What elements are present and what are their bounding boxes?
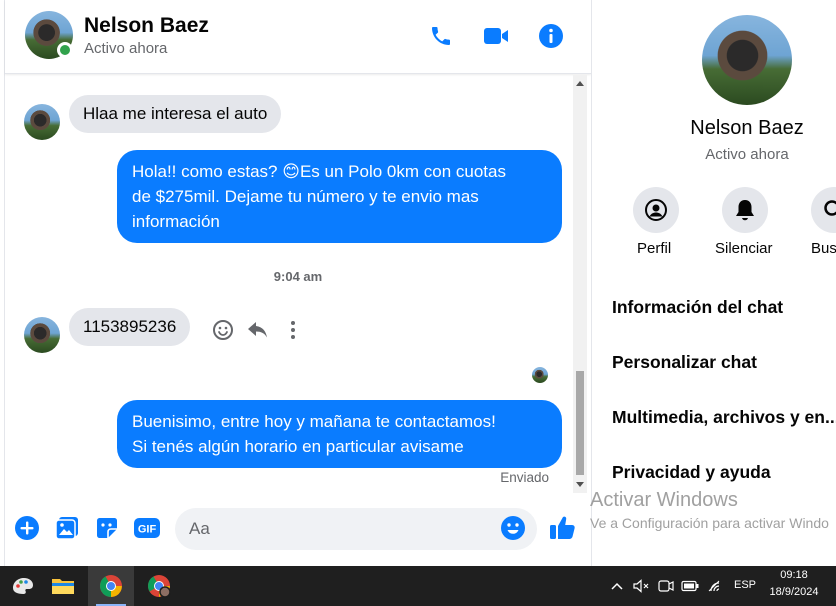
mute-label[interactable]: Silenciar	[715, 240, 773, 257]
message-timestamp: 9:04 am	[273, 269, 323, 284]
message-line: información	[132, 212, 220, 231]
activate-windows-title: Activar Windows	[590, 489, 738, 511]
contact-name[interactable]: Nelson Baez	[84, 14, 209, 38]
message-line: Buenisimo, entre hoy y mañana te contact…	[132, 412, 496, 431]
message-bubble-incoming[interactable]: Hlaa me interesa el auto	[69, 95, 282, 133]
file-explorer-icon[interactable]	[40, 566, 86, 606]
seen-avatar	[532, 367, 548, 383]
search-label[interactable]: Bus	[811, 240, 836, 257]
message-line: Hola!! como estas? 😊Es un Polo 0km con c…	[132, 162, 506, 181]
chevron-up-icon[interactable]	[608, 577, 626, 595]
messenger-window: Nelson Baez Activo ahora Hlaa me interes…	[0, 0, 836, 566]
contact-status: Activo ahora	[84, 40, 168, 57]
wifi-icon[interactable]	[706, 577, 724, 595]
svg-text:GIF: GIF	[138, 524, 157, 536]
sender-avatar[interactable]	[24, 104, 60, 140]
meet-now-icon[interactable]	[657, 577, 675, 595]
search-icon	[824, 200, 836, 216]
chat-header: Nelson Baez Activo ahora	[5, 0, 591, 74]
message-bubble-incoming[interactable]: 1153895236	[69, 308, 191, 346]
gif-icon[interactable]: GIF	[133, 514, 161, 542]
profile-label[interactable]: Perfil	[637, 240, 671, 257]
phone-icon[interactable]	[427, 22, 455, 50]
more-options-icon[interactable]	[281, 318, 305, 342]
battery-icon[interactable]	[681, 577, 699, 595]
activate-windows-subtitle: Ve a Configuración para activar Windo	[590, 515, 829, 531]
media-files-item[interactable]: Multimedia, archivos y en...	[612, 407, 836, 428]
chat-info-pane: Nelson Baez Activo ahora Perfil Silencia…	[591, 0, 836, 566]
info-contact-status: Activo ahora	[705, 146, 789, 163]
customize-chat-item[interactable]: Personalizar chat	[612, 352, 757, 373]
clock-date[interactable]: 18/9/2024	[766, 586, 822, 598]
chat-pane: Nelson Baez Activo ahora Hlaa me interes…	[4, 0, 591, 566]
taskbar: ESP 09:18 18/9/2024	[0, 566, 836, 606]
message-list[interactable]: Hlaa me interesa el auto Hola!! como est…	[5, 75, 591, 493]
message-line: Si tenés algún horario en particular avi…	[132, 437, 464, 456]
message-input[interactable]	[175, 508, 537, 550]
sender-avatar[interactable]	[24, 317, 60, 353]
message-line: de $275mil. Dejame tu número y te envio …	[132, 187, 479, 206]
scroll-up-arrow-icon[interactable]	[576, 81, 584, 86]
attach-image-icon[interactable]	[53, 514, 81, 542]
chat-info-item[interactable]: Información del chat	[612, 297, 783, 318]
info-contact-name: Nelson Baez	[690, 117, 804, 139]
sticker-icon[interactable]	[93, 514, 121, 542]
language-indicator[interactable]: ESP	[734, 579, 756, 591]
profile-button[interactable]	[633, 187, 679, 233]
message-bubble-outgoing[interactable]: Buenisimo, entre hoy y mañana te contact…	[117, 400, 562, 468]
video-icon[interactable]	[482, 22, 510, 50]
search-button[interactable]	[811, 187, 836, 233]
message-scrollbar[interactable]	[573, 75, 587, 493]
sent-status: Enviado	[500, 470, 549, 485]
bell-icon	[736, 200, 754, 221]
message-bubble-outgoing[interactable]: Hola!! como estas? 😊Es un Polo 0km con c…	[117, 150, 562, 243]
thumbs-up-icon[interactable]	[548, 513, 576, 541]
scroll-down-arrow-icon[interactable]	[576, 482, 584, 487]
reply-icon[interactable]	[246, 318, 270, 342]
chrome-icon[interactable]	[88, 566, 134, 606]
info-icon[interactable]	[537, 22, 565, 50]
clock-time[interactable]: 09:18	[766, 569, 822, 581]
online-indicator	[57, 42, 73, 58]
chrome-profile-icon[interactable]	[136, 566, 182, 606]
volume-muted-icon[interactable]	[632, 577, 650, 595]
privacy-help-item[interactable]: Privacidad y ayuda	[612, 462, 771, 483]
contact-avatar-large[interactable]	[702, 15, 792, 105]
mute-button[interactable]	[722, 187, 768, 233]
profile-icon	[645, 199, 667, 221]
scroll-thumb[interactable]	[576, 371, 584, 475]
composer: GIF	[5, 494, 591, 566]
react-emoji-icon[interactable]	[211, 318, 235, 342]
emoji-icon[interactable]	[499, 514, 527, 542]
add-more-icon[interactable]	[13, 514, 41, 542]
